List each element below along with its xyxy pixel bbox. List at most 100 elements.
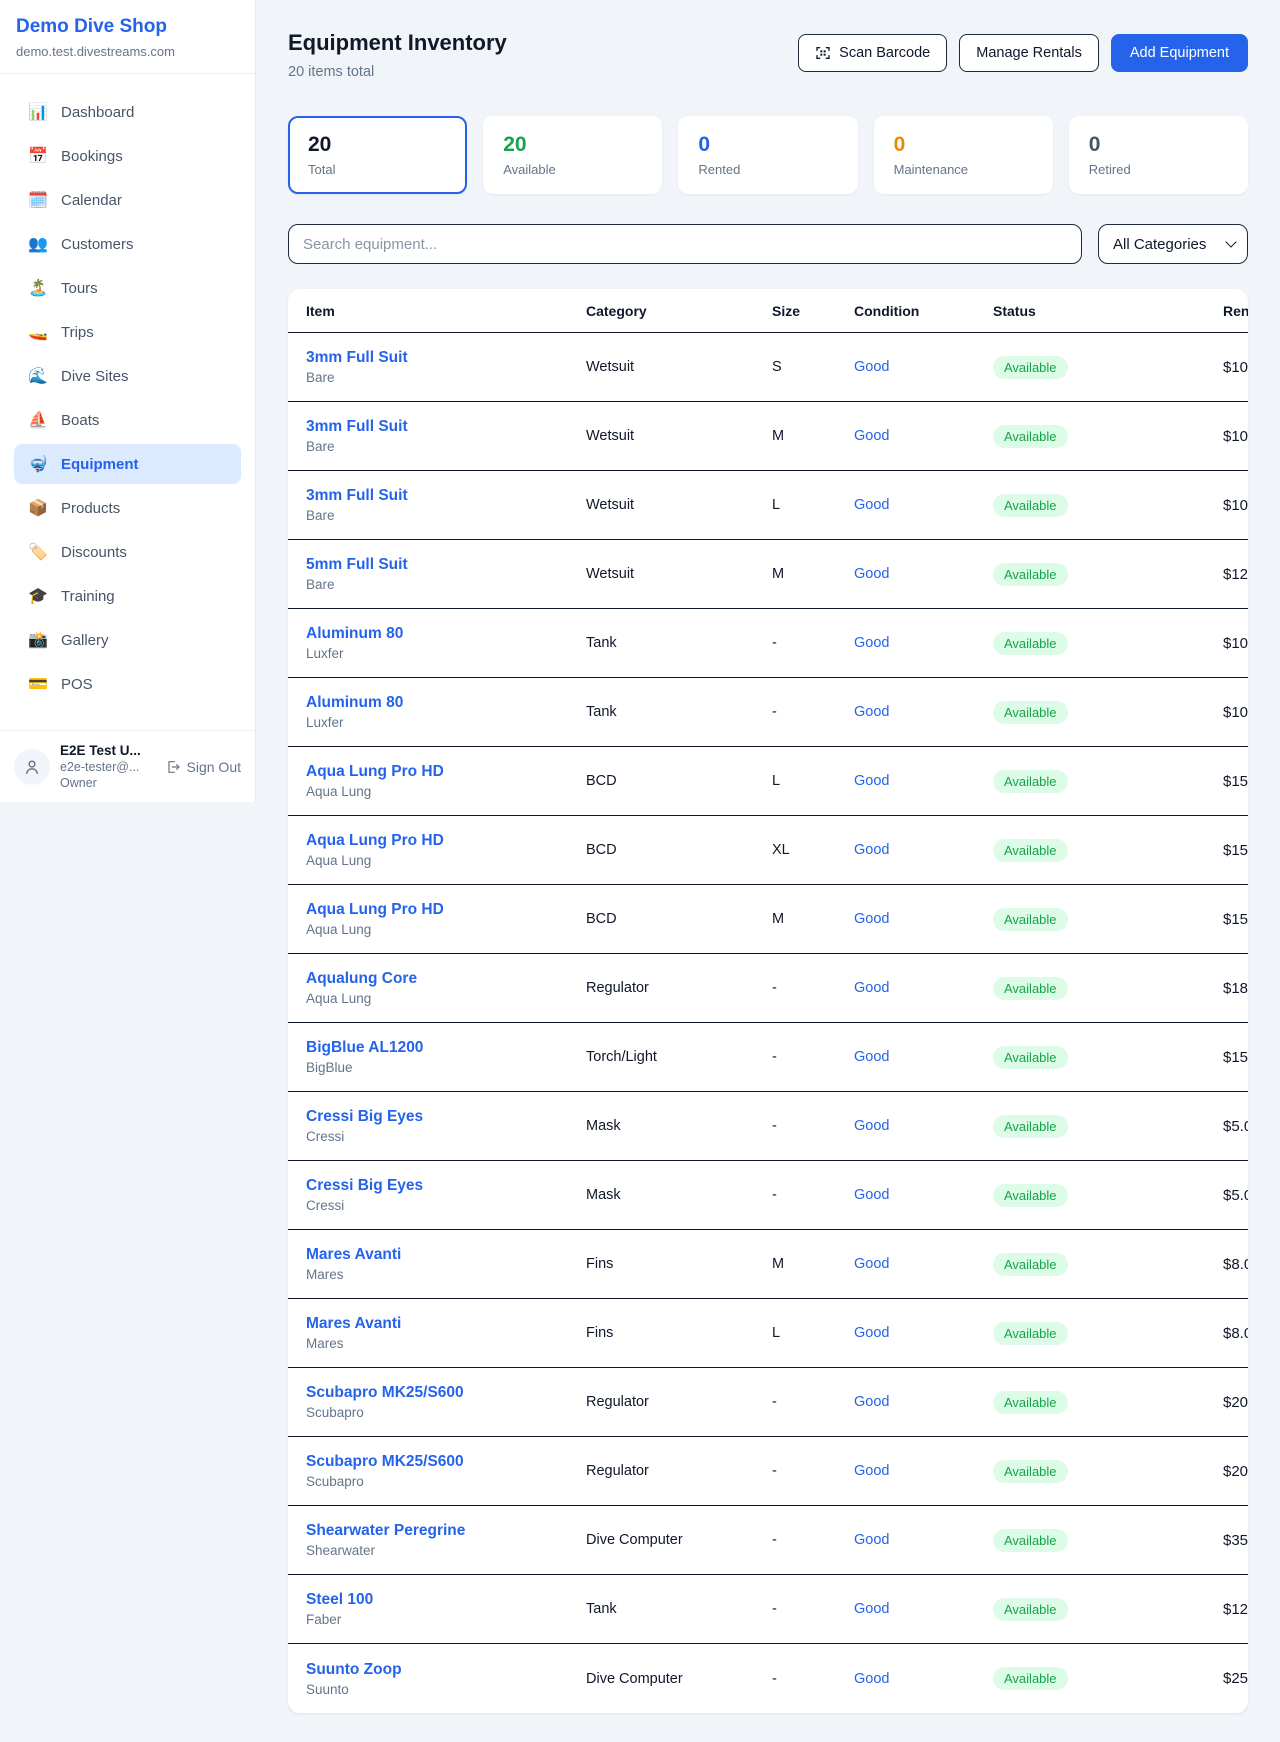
condition-link[interactable]: Good: [854, 566, 993, 582]
sidebar-item-customers[interactable]: 👥Customers: [14, 224, 241, 264]
size-cell: -: [772, 1671, 854, 1687]
condition-link[interactable]: Good: [854, 1187, 993, 1203]
condition-link[interactable]: Good: [854, 1049, 993, 1065]
equipment-item-link[interactable]: Shearwater Peregrine: [306, 1522, 586, 1540]
equipment-item-link[interactable]: Mares Avanti: [306, 1246, 586, 1264]
sidebar-item-pos[interactable]: 💳POS: [14, 664, 241, 704]
rental-price: $18.00/day: [1223, 980, 1248, 997]
size-cell: -: [772, 635, 854, 651]
item-cell: Shearwater PeregrineShearwater: [306, 1522, 586, 1558]
equipment-item-link[interactable]: 3mm Full Suit: [306, 487, 586, 505]
status-badge: Available: [993, 1046, 1068, 1069]
condition-link[interactable]: Good: [854, 980, 993, 996]
category-cell: Regulator: [586, 1394, 772, 1410]
stat-label: Rented: [698, 162, 837, 177]
sidebar-item-dashboard[interactable]: 📊Dashboard: [14, 92, 241, 132]
equipment-item-link[interactable]: 5mm Full Suit: [306, 556, 586, 574]
rental-price: $8.00/day: [1223, 1256, 1248, 1273]
condition-link[interactable]: Good: [854, 635, 993, 651]
status-cell: Available: [993, 1667, 1223, 1690]
search-input[interactable]: [288, 224, 1082, 264]
sidebar-item-discounts[interactable]: 🏷️Discounts: [14, 532, 241, 572]
equipment-item-link[interactable]: BigBlue AL1200: [306, 1039, 586, 1057]
equipment-item-link[interactable]: Aluminum 80: [306, 694, 586, 712]
equipment-item-link[interactable]: Aqua Lung Pro HD: [306, 901, 586, 919]
condition-link[interactable]: Good: [854, 1118, 993, 1134]
equipment-item-link[interactable]: 3mm Full Suit: [306, 349, 586, 367]
products-icon: 📦: [28, 498, 48, 518]
condition-link[interactable]: Good: [854, 359, 993, 375]
sidebar-item-calendar[interactable]: 🗓️Calendar: [14, 180, 241, 220]
equipment-item-link[interactable]: Steel 100: [306, 1591, 586, 1609]
equipment-item-link[interactable]: Cressi Big Eyes: [306, 1108, 586, 1126]
sidebar-item-dive-sites[interactable]: 🌊Dive Sites: [14, 356, 241, 396]
filter-bar: All Categories: [288, 224, 1248, 264]
sidebar-item-trips[interactable]: 🚤Trips: [14, 312, 241, 352]
condition-link[interactable]: Good: [854, 497, 993, 513]
condition-link[interactable]: Good: [854, 1394, 993, 1410]
equipment-item-link[interactable]: Aqua Lung Pro HD: [306, 832, 586, 850]
condition-link[interactable]: Good: [854, 1256, 993, 1272]
category-cell: Mask: [586, 1187, 772, 1203]
rental-price: $10.00/day: [1223, 428, 1248, 445]
condition-link[interactable]: Good: [854, 1671, 993, 1687]
condition-link[interactable]: Good: [854, 704, 993, 720]
stat-card-available[interactable]: 20Available: [483, 116, 662, 194]
shop-name: Demo Dive Shop: [16, 16, 239, 38]
equipment-item-link[interactable]: Suunto Zoop: [306, 1661, 586, 1679]
add-equipment-button[interactable]: Add Equipment: [1111, 34, 1248, 72]
scan-barcode-button[interactable]: Scan Barcode: [798, 34, 947, 72]
sidebar-item-tours[interactable]: 🏝️Tours: [14, 268, 241, 308]
table-row: 3mm Full SuitBareWetsuitLGoodAvailable$1…: [288, 471, 1248, 540]
sidebar-item-training[interactable]: 🎓Training: [14, 576, 241, 616]
items-total-count: 20 items total: [288, 64, 507, 80]
size-cell: -: [772, 704, 854, 720]
condition-link[interactable]: Good: [854, 842, 993, 858]
sidebar-item-products[interactable]: 📦 Products: [14, 488, 241, 528]
rental-price: $15.00/day: [1223, 842, 1248, 859]
status-badge: Available: [993, 632, 1068, 655]
sidebar-item-gallery[interactable]: 📸Gallery: [14, 620, 241, 660]
equipment-item-link[interactable]: 3mm Full Suit: [306, 418, 586, 436]
equipment-item-brand: Suunto: [306, 1682, 586, 1697]
condition-link[interactable]: Good: [854, 428, 993, 444]
manage-rentals-button[interactable]: Manage Rentals: [959, 34, 1099, 72]
stat-card-maintenance[interactable]: 0Maintenance: [874, 116, 1053, 194]
rental-price: $12.00/day: [1223, 1601, 1248, 1618]
status-cell: Available: [993, 770, 1223, 793]
equipment-item-link[interactable]: Scubapro MK25/S600: [306, 1453, 586, 1471]
stat-card-rented[interactable]: 0Rented: [678, 116, 857, 194]
stat-card-total[interactable]: 20Total: [288, 116, 467, 194]
condition-link[interactable]: Good: [854, 1532, 993, 1548]
equipment-item-brand: Aqua Lung: [306, 784, 586, 799]
equipment-item-brand: Luxfer: [306, 646, 586, 661]
sidebar-item-bookings[interactable]: 📅Bookings: [14, 136, 241, 176]
equipment-item-link[interactable]: Aqualung Core: [306, 970, 586, 988]
user-name: E2E Test U...: [60, 743, 155, 758]
sidebar-item-equipment[interactable]: 🤿Equipment: [14, 444, 241, 484]
equipment-item-brand: Faber: [306, 1612, 586, 1627]
size-cell: L: [772, 1325, 854, 1341]
rental-price: $12.00/day: [1223, 566, 1248, 583]
condition-link[interactable]: Good: [854, 1463, 993, 1479]
sidebar-item-boats[interactable]: ⛵Boats: [14, 400, 241, 440]
rental-price: $15.00/day: [1223, 1049, 1248, 1066]
category-select[interactable]: All Categories: [1098, 224, 1248, 264]
equipment-item-link[interactable]: Mares Avanti: [306, 1315, 586, 1333]
equipment-item-link[interactable]: Aluminum 80: [306, 625, 586, 643]
equipment-item-link[interactable]: Scubapro MK25/S600: [306, 1384, 586, 1402]
condition-link[interactable]: Good: [854, 911, 993, 927]
item-cell: 3mm Full SuitBare: [306, 487, 586, 523]
equipment-item-link[interactable]: Aqua Lung Pro HD: [306, 763, 586, 781]
stat-card-retired[interactable]: 0Retired: [1069, 116, 1248, 194]
equipment-item-link[interactable]: Cressi Big Eyes: [306, 1177, 586, 1195]
sidebar-item-label: Products: [61, 500, 120, 517]
item-cell: Steel 100 Faber: [306, 1591, 586, 1627]
condition-link[interactable]: Good: [854, 1601, 993, 1617]
sign-out-button[interactable]: Sign Out: [165, 759, 241, 775]
condition-link[interactable]: Good: [854, 1325, 993, 1341]
condition-link[interactable]: Good: [854, 773, 993, 789]
table-body: 3mm Full SuitBareWetsuitSGoodAvailable$1…: [288, 333, 1248, 1713]
status-badge: Available: [993, 1115, 1068, 1138]
category-select-value: All Categories: [1113, 236, 1206, 253]
